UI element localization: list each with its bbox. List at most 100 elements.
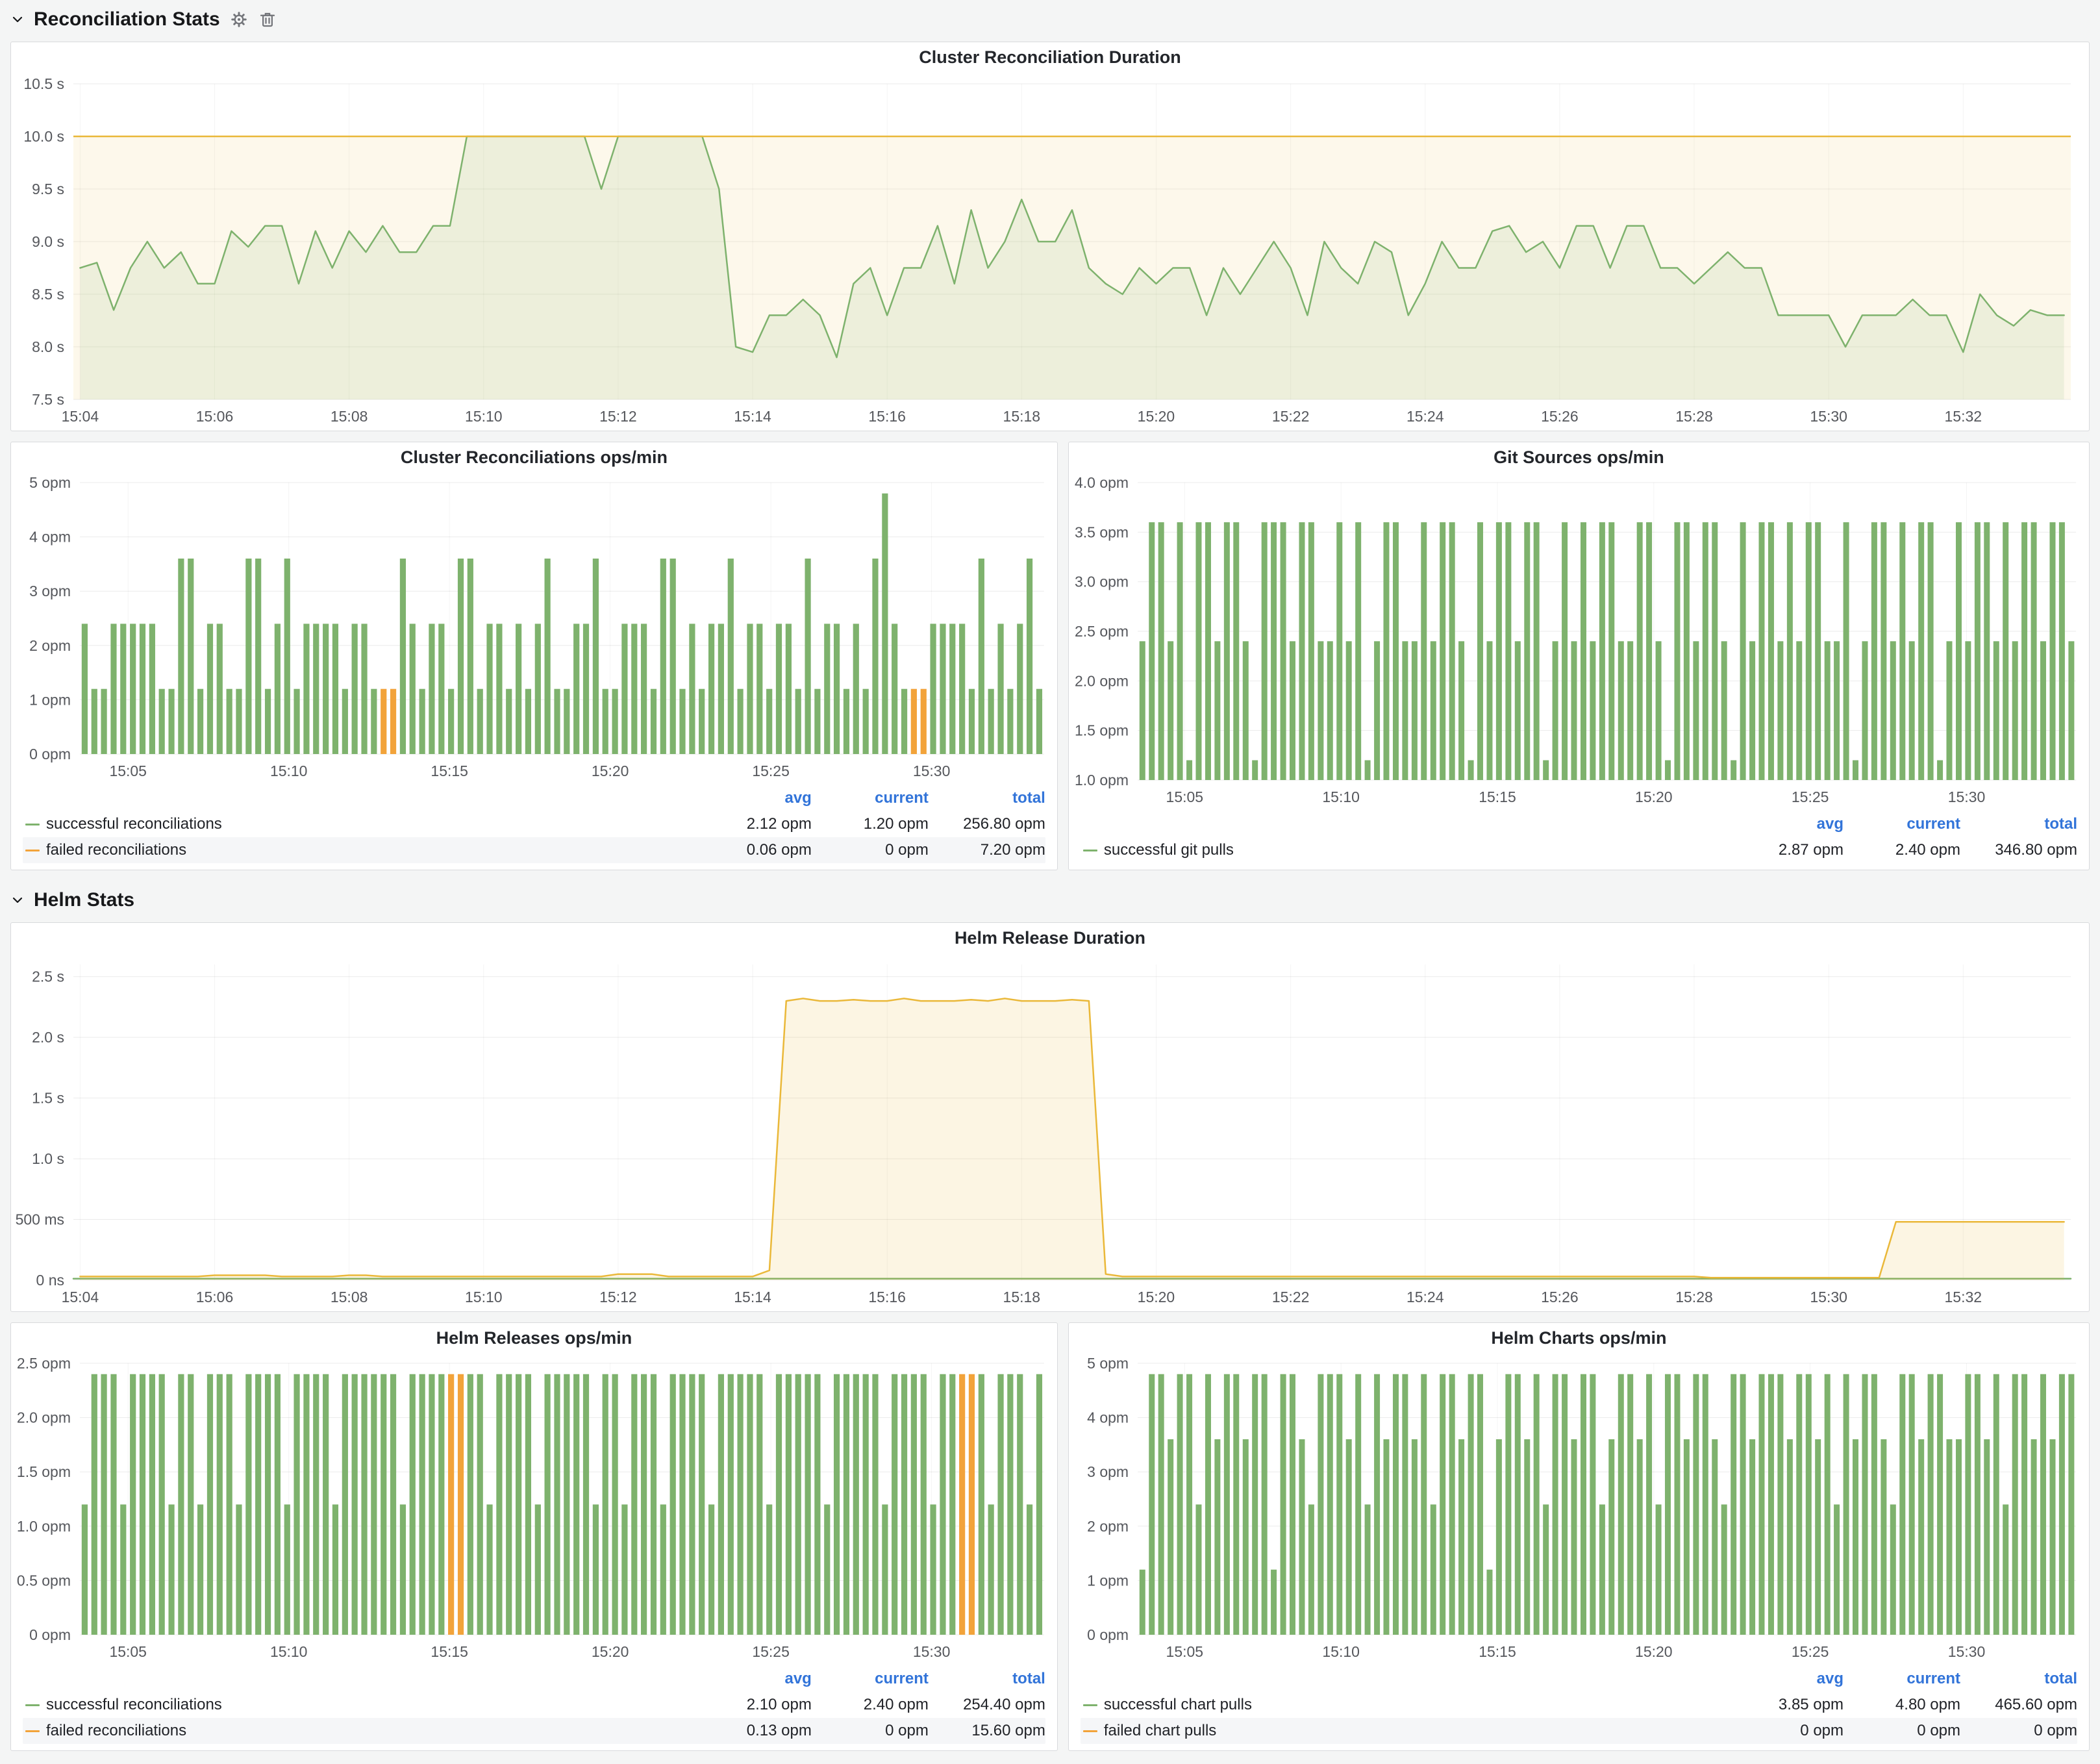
chevron-down-icon: [10, 893, 25, 907]
svg-text:1.0 s: 1.0 s: [32, 1150, 64, 1167]
panel-title: Helm Charts ops/min: [1069, 1323, 2089, 1353]
svg-text:15:26: 15:26: [1541, 1289, 1579, 1305]
panel-title: Cluster Reconciliations ops/min: [11, 442, 1057, 472]
series-label: failed reconciliations: [46, 841, 695, 859]
svg-text:1.5 opm: 1.5 opm: [1075, 722, 1129, 739]
legend-sort-current[interactable]: current: [812, 1670, 929, 1688]
legend-sort-current[interactable]: current: [1844, 1670, 1960, 1688]
legend-sort-total[interactable]: total: [1960, 815, 2077, 833]
legend-sort-current[interactable]: current: [812, 789, 929, 807]
series-label: successful chart pulls: [1104, 1696, 1727, 1714]
svg-text:3 opm: 3 opm: [1087, 1463, 1129, 1480]
svg-text:15:08: 15:08: [331, 1289, 368, 1305]
panel-title: Cluster Reconciliation Duration: [11, 42, 2089, 72]
svg-text:0 opm: 0 opm: [29, 746, 71, 762]
svg-text:15:20: 15:20: [1138, 1289, 1175, 1305]
svg-text:3.5 opm: 3.5 opm: [1075, 523, 1129, 540]
helm-release-duration-chart[interactable]: 15:0415:0615:0815:1015:1215:1415:1615:18…: [11, 953, 2089, 1311]
svg-text:5 opm: 5 opm: [29, 474, 71, 491]
row-header-reconciliation-stats[interactable]: Reconciliation Stats: [10, 5, 2090, 34]
legend-sort-current[interactable]: current: [1844, 815, 1960, 833]
svg-text:8.5 s: 8.5 s: [32, 286, 64, 303]
legend: avg current total successful reconciliat…: [11, 1666, 1057, 1750]
series-color-marker: [25, 1730, 40, 1732]
legend-row-successful-reconciliations[interactable]: successful reconciliations 2.10 opm 2.40…: [23, 1692, 1045, 1718]
helm-charts-chart[interactable]: 15:0515:1015:1515:2015:2515:300 opm1 opm…: [1069, 1353, 2089, 1666]
svg-text:15:30: 15:30: [1948, 1643, 1986, 1660]
legend-header: avg current total: [23, 787, 1045, 811]
svg-text:15:25: 15:25: [752, 762, 790, 779]
svg-text:15:14: 15:14: [734, 408, 771, 425]
svg-text:15:22: 15:22: [1272, 408, 1310, 425]
series-total: 465.60 opm: [1960, 1696, 2077, 1714]
legend-sort-avg[interactable]: avg: [695, 789, 812, 807]
series-label: failed chart pulls: [1104, 1722, 1727, 1740]
series-total: 254.40 opm: [929, 1696, 1045, 1714]
svg-text:15:26: 15:26: [1541, 408, 1579, 425]
svg-text:15:25: 15:25: [752, 1643, 790, 1660]
legend-row-failed-reconciliations[interactable]: failed reconciliations 0.06 opm 0 opm 7.…: [23, 837, 1045, 863]
legend-sort-total[interactable]: total: [929, 1670, 1045, 1688]
svg-text:2 opm: 2 opm: [29, 637, 71, 654]
svg-text:4 opm: 4 opm: [1087, 1409, 1129, 1426]
panel-cluster-reconciliation-duration: Cluster Reconciliation Duration 15:0415:…: [10, 42, 2090, 431]
svg-text:10.0 s: 10.0 s: [23, 128, 64, 145]
svg-text:15:18: 15:18: [1003, 1289, 1041, 1305]
svg-text:9.0 s: 9.0 s: [32, 233, 64, 250]
helm-releases-chart[interactable]: 15:0515:1015:1515:2015:2515:300 opm0.5 o…: [11, 1353, 1057, 1666]
svg-text:1.5 opm: 1.5 opm: [17, 1463, 71, 1480]
legend-row-successful-reconciliations[interactable]: successful reconciliations 2.12 opm 1.20…: [23, 811, 1045, 837]
svg-text:4 opm: 4 opm: [29, 529, 71, 546]
series-color-marker: [1083, 850, 1097, 851]
svg-text:0 ns: 0 ns: [36, 1272, 64, 1289]
svg-text:15:30: 15:30: [1948, 788, 1986, 805]
svg-text:15:05: 15:05: [1166, 1643, 1203, 1660]
git-sources-chart[interactable]: 15:0515:1015:1515:2015:2515:301.0 opm1.5…: [1069, 472, 2089, 811]
svg-text:500 ms: 500 ms: [16, 1211, 64, 1228]
svg-text:15:25: 15:25: [1792, 788, 1829, 805]
series-current: 0 opm: [812, 841, 929, 859]
legend-row-failed-chart-pulls[interactable]: failed chart pulls 0 opm 0 opm 0 opm: [1081, 1718, 2077, 1744]
panel-helm-release-duration: Helm Release Duration 15:04 15:06 15:08 15:…: [10, 922, 2090, 1312]
legend-sort-avg[interactable]: avg: [695, 1670, 812, 1688]
svg-text:15:28: 15:28: [1675, 1289, 1713, 1305]
svg-text:15:20: 15:20: [1635, 1643, 1673, 1660]
svg-text:15:05: 15:05: [109, 762, 147, 779]
series-current: 2.40 opm: [1844, 841, 1960, 859]
row-header-helm-stats[interactable]: Helm Stats: [10, 886, 2090, 914]
svg-text:3.0 opm: 3.0 opm: [1075, 573, 1129, 590]
series-avg: 3.85 opm: [1727, 1696, 1844, 1714]
legend-sort-avg[interactable]: avg: [1727, 1670, 1844, 1688]
svg-text:15:04: 15:04: [62, 1289, 99, 1305]
series-current: 0 opm: [812, 1722, 929, 1740]
legend-sort-avg[interactable]: avg: [1727, 815, 1844, 833]
trash-icon[interactable]: [258, 10, 277, 29]
series-total: 346.80 opm: [1960, 841, 2077, 859]
gear-icon[interactable]: [229, 10, 249, 29]
series-color-marker: [1083, 1730, 1097, 1732]
svg-text:15:10: 15:10: [270, 762, 308, 779]
series-avg: 0.13 opm: [695, 1722, 812, 1740]
svg-text:15:20: 15:20: [1138, 408, 1175, 425]
series-total: 0 opm: [1960, 1722, 2077, 1740]
legend-row-failed-reconciliations[interactable]: failed reconciliations 0.13 opm 0 opm 15…: [23, 1718, 1045, 1744]
cluster-reconciliation-duration-chart[interactable]: 15:0415:0615:0815:1015:1215:1415:1615:18…: [11, 72, 2089, 431]
svg-text:15:06: 15:06: [196, 1289, 234, 1305]
legend-row-successful-chart-pulls[interactable]: successful chart pulls 3.85 opm 4.80 opm…: [1081, 1692, 2077, 1718]
series-color-marker: [25, 824, 40, 825]
section-title: Helm Stats: [34, 889, 134, 911]
series-total: 256.80 opm: [929, 815, 1045, 833]
svg-text:15:12: 15:12: [599, 408, 637, 425]
legend-sort-total[interactable]: total: [1960, 1670, 2077, 1688]
svg-text:15:18: 15:18: [1003, 408, 1041, 425]
svg-text:15:15: 15:15: [1479, 1643, 1516, 1660]
series-total: 7.20 opm: [929, 841, 1045, 859]
panel-title: Helm Release Duration: [11, 923, 2089, 953]
legend-row-successful-git-pulls[interactable]: successful git pulls 2.87 opm 2.40 opm 3…: [1081, 837, 2077, 863]
cluster-reconciliations-chart[interactable]: 15:0515:1015:1515:2015:2515:300 opm1 opm…: [11, 472, 1057, 785]
legend-header: avg current total: [1081, 1667, 2077, 1692]
legend-header: avg current total: [1081, 813, 2077, 837]
legend-sort-total[interactable]: total: [929, 789, 1045, 807]
panel-title: Helm Releases ops/min: [11, 1323, 1057, 1353]
series-label: failed reconciliations: [46, 1722, 695, 1740]
